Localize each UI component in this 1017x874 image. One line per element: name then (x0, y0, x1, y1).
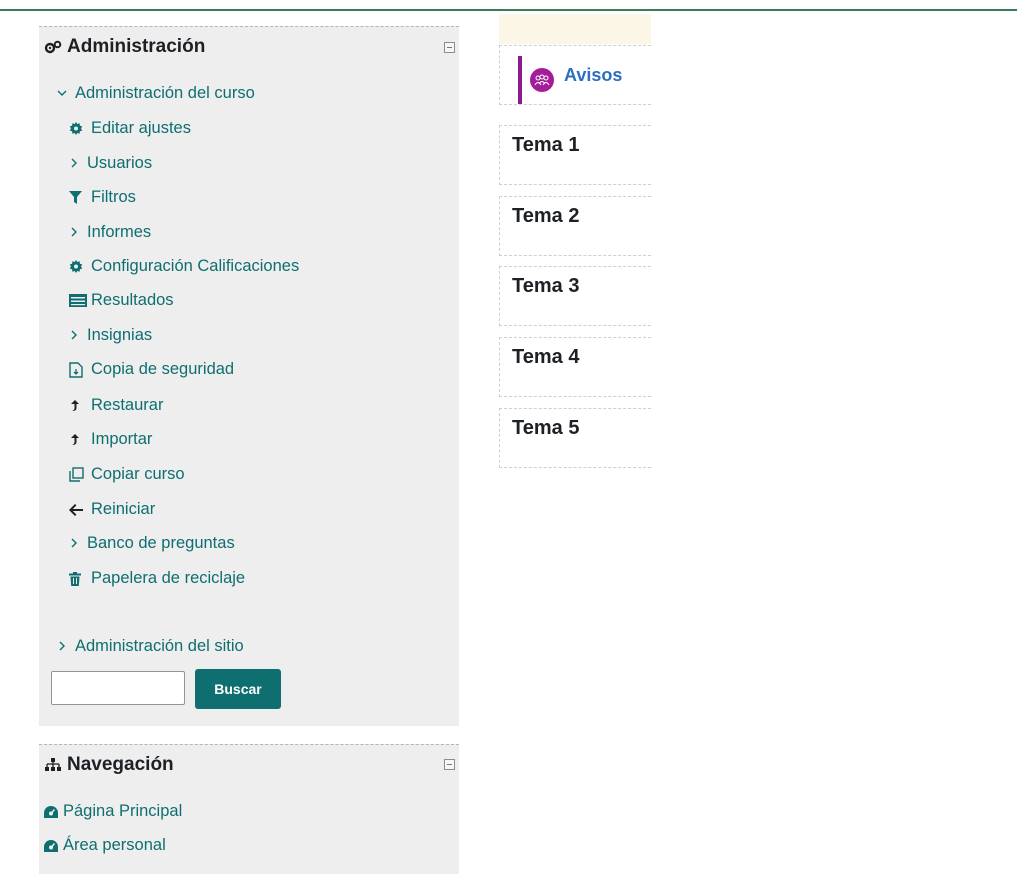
menu-item-resultados[interactable]: Resultados (69, 291, 174, 310)
menu-item-insignias[interactable]: Insignias (69, 326, 152, 345)
top-divider (0, 9, 1017, 11)
forum-link[interactable]: Avisos (564, 65, 622, 86)
course-admin-toggle[interactable]: Administración del curso (57, 84, 255, 103)
navigation-title-text: Navegación (67, 754, 174, 775)
course-section-1: Tema 1 (499, 125, 651, 185)
menu-item-label: Insignias (87, 326, 153, 344)
menu-item-label: Copia de seguridad (91, 360, 235, 378)
menu-item-informes[interactable]: Informes (69, 223, 151, 242)
chevron-right-icon (69, 225, 87, 240)
collapse-administration-button[interactable] (444, 42, 455, 53)
section-title[interactable]: Tema 1 (512, 134, 579, 157)
menu-item-label: Reiniciar (91, 500, 156, 518)
course-section-4: Tema 4 (499, 337, 651, 397)
cogs-icon (39, 40, 67, 54)
forum-activity-avisos[interactable]: Avisos (499, 45, 651, 105)
menu-item-configuracion-calificaciones[interactable]: Configuración Calificaciones (69, 257, 299, 276)
menu-item-restaurar[interactable]: Restaurar (69, 396, 163, 415)
menu-item-label: Papelera de reciclaje (91, 569, 246, 587)
section-title[interactable]: Tema 5 (512, 417, 579, 440)
course-section-3: Tema 3 (499, 266, 651, 326)
menu-item-usuarios[interactable]: Usuarios (69, 154, 152, 173)
search-button[interactable]: Buscar (195, 669, 281, 709)
course-admin-label: Administración del curso (75, 84, 255, 102)
navigation-block: Navegación Página Principal Área persona… (39, 744, 459, 874)
administration-title-text: Administración (67, 36, 206, 57)
menu-item-label: Informes (87, 223, 152, 241)
nav-item-area-personal[interactable]: Área personal (43, 836, 166, 855)
menu-item-banco-de-preguntas[interactable]: Banco de preguntas (69, 534, 235, 553)
file-backup-icon (69, 361, 91, 378)
menu-item-label: Editar ajustes (91, 119, 191, 137)
sitemap-icon (39, 758, 67, 772)
table-icon (69, 294, 91, 307)
section-title[interactable]: Tema 2 (512, 205, 579, 228)
administration-title: Administración (39, 35, 205, 59)
section-title[interactable]: Tema 3 (512, 275, 579, 298)
menu-item-label: Filtros (91, 188, 136, 206)
trash-icon (69, 571, 91, 586)
nav-item-label: Página Principal (63, 802, 183, 820)
menu-item-copia-de-seguridad[interactable]: Copia de seguridad (69, 360, 234, 379)
forum-icon (530, 68, 554, 92)
site-admin-label: Administración del sitio (75, 637, 244, 655)
chevron-right-icon (69, 536, 87, 551)
arrow-left-icon (69, 503, 91, 516)
upload-arrow-icon (69, 433, 91, 446)
chevron-right-icon (69, 156, 87, 171)
filter-icon (69, 191, 91, 204)
dashboard-icon (43, 805, 63, 819)
administration-block: Administración Administración del curso … (39, 26, 459, 726)
chevron-right-icon (69, 328, 87, 343)
menu-item-importar[interactable]: Importar (69, 430, 152, 449)
chevron-right-icon (57, 639, 75, 654)
navigation-title: Navegación (39, 753, 174, 777)
nav-item-pagina-principal[interactable]: Página Principal (43, 802, 182, 821)
gear-icon (69, 259, 91, 274)
menu-item-copiar-curso[interactable]: Copiar curso (69, 465, 185, 484)
activity-accent-bar (518, 56, 522, 104)
dashboard-icon (43, 839, 63, 853)
gear-icon (69, 121, 91, 136)
menu-item-editar-ajustes[interactable]: Editar ajustes (69, 119, 191, 138)
upload-arrow-icon (69, 399, 91, 412)
course-section-5: Tema 5 (499, 408, 651, 468)
site-admin-toggle[interactable]: Administración del sitio (57, 637, 244, 656)
menu-item-label: Usuarios (87, 154, 153, 172)
chevron-down-icon (57, 86, 75, 101)
menu-item-label: Configuración Calificaciones (91, 257, 300, 275)
menu-item-label: Banco de preguntas (87, 534, 235, 552)
admin-search-input[interactable] (51, 671, 185, 705)
collapse-navigation-button[interactable] (444, 759, 455, 770)
menu-item-label: Copiar curso (91, 465, 185, 483)
course-section-2: Tema 2 (499, 196, 651, 256)
section-title[interactable]: Tema 4 (512, 346, 579, 369)
menu-item-reiniciar[interactable]: Reiniciar (69, 500, 155, 519)
menu-item-label: Importar (91, 430, 153, 448)
menu-item-papelera-de-reciclaje[interactable]: Papelera de reciclaje (69, 569, 245, 588)
menu-item-filtros[interactable]: Filtros (69, 188, 136, 207)
course-banner (499, 14, 651, 44)
nav-item-label: Área personal (63, 836, 166, 854)
menu-item-label: Restaurar (91, 396, 164, 414)
copy-icon (69, 467, 91, 482)
menu-item-label: Resultados (91, 291, 174, 309)
